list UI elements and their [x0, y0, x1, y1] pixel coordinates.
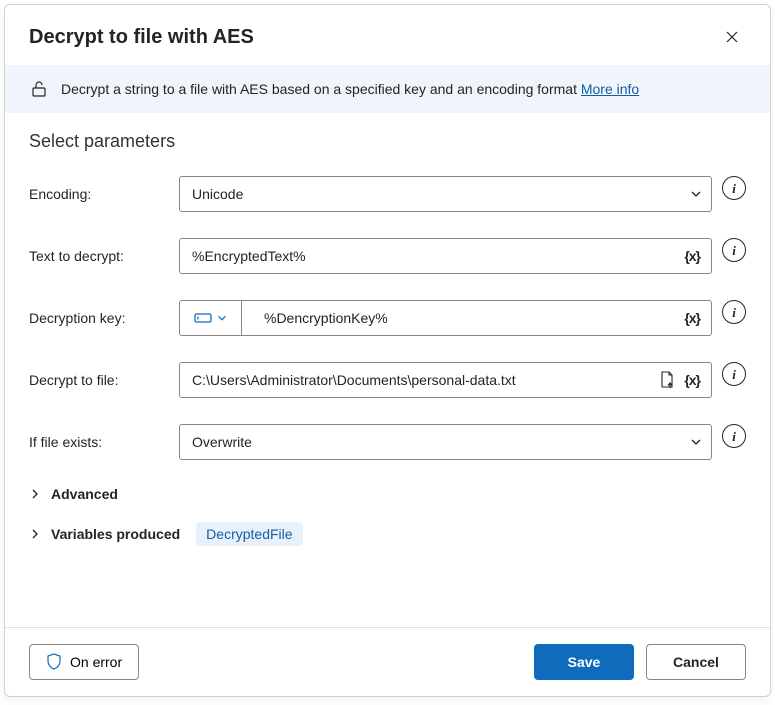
decryption-key-value: %DencryptionKey% [254, 310, 681, 326]
dialog-header: Decrypt to file with AES [5, 5, 770, 65]
decryption-key-input[interactable]: %DencryptionKey% {x} [241, 300, 712, 336]
dialog: Decrypt to file with AES Decrypt a strin… [4, 4, 771, 697]
row-if-file-exists: If file exists: Overwrite i [29, 424, 746, 460]
section-heading: Select parameters [29, 131, 746, 152]
info-button-exists[interactable]: i [722, 424, 746, 448]
banner-desc: Decrypt a string to a file with AES base… [61, 81, 581, 97]
more-info-link[interactable]: More info [581, 81, 639, 97]
text-to-decrypt-value: %EncryptedText% [192, 248, 681, 264]
text-to-decrypt-input[interactable]: %EncryptedText% {x} [179, 238, 712, 274]
if-file-exists-select[interactable]: Overwrite [179, 424, 712, 460]
chevron-down-icon [216, 312, 228, 324]
dialog-title: Decrypt to file with AES [29, 26, 254, 49]
advanced-label: Advanced [51, 486, 118, 502]
info-banner: Decrypt a string to a file with AES base… [5, 65, 770, 113]
row-text-to-decrypt: Text to decrypt: %EncryptedText% {x} i [29, 238, 746, 274]
label-if-file-exists: If file exists: [29, 434, 179, 450]
row-decrypt-to-file: Decrypt to file: C:\Users\Administrator\… [29, 362, 746, 398]
label-decrypt-to-file: Decrypt to file: [29, 372, 179, 388]
decrypt-to-file-input[interactable]: C:\Users\Administrator\Documents\persona… [179, 362, 712, 398]
info-button-encoding[interactable]: i [722, 176, 746, 200]
variable-picker-icon[interactable]: {x} [681, 310, 703, 326]
on-error-label: On error [70, 654, 122, 670]
chevron-down-icon [689, 187, 703, 201]
shield-icon [46, 653, 62, 671]
key-type-selector[interactable] [179, 300, 241, 336]
banner-text: Decrypt a string to a file with AES base… [61, 81, 639, 97]
lock-open-icon [29, 79, 49, 99]
label-decryption-key: Decryption key: [29, 310, 179, 326]
chevron-right-icon [29, 528, 41, 540]
row-decryption-key: Decryption key: %DencryptionKey% {x} i [29, 300, 746, 336]
content-area: Select parameters Encoding: Unicode i Te… [5, 113, 770, 627]
close-icon [724, 29, 740, 45]
advanced-expander[interactable]: Advanced [29, 486, 746, 502]
chevron-down-icon [689, 435, 703, 449]
dialog-footer: On error Save Cancel [5, 627, 770, 696]
info-button-key[interactable]: i [722, 300, 746, 324]
row-encoding: Encoding: Unicode i [29, 176, 746, 212]
on-error-button[interactable]: On error [29, 644, 139, 680]
variable-picker-icon[interactable]: {x} [681, 372, 703, 388]
cancel-button[interactable]: Cancel [646, 644, 746, 680]
if-file-exists-value: Overwrite [192, 434, 689, 450]
chevron-right-icon [29, 488, 41, 500]
variable-picker-icon[interactable]: {x} [681, 248, 703, 264]
variable-chip[interactable]: DecryptedFile [196, 522, 302, 546]
label-text-to-decrypt: Text to decrypt: [29, 248, 179, 264]
file-picker-icon[interactable] [659, 371, 675, 389]
info-button-file[interactable]: i [722, 362, 746, 386]
save-button[interactable]: Save [534, 644, 634, 680]
variables-produced-expander[interactable]: Variables produced DecryptedFile [29, 522, 746, 546]
info-button-text[interactable]: i [722, 238, 746, 262]
text-input-icon [194, 311, 212, 325]
encoding-value: Unicode [192, 186, 689, 202]
close-button[interactable] [718, 23, 746, 51]
decrypt-to-file-value: C:\Users\Administrator\Documents\persona… [192, 372, 659, 388]
label-encoding: Encoding: [29, 186, 179, 202]
variables-produced-label: Variables produced [51, 526, 180, 542]
encoding-select[interactable]: Unicode [179, 176, 712, 212]
